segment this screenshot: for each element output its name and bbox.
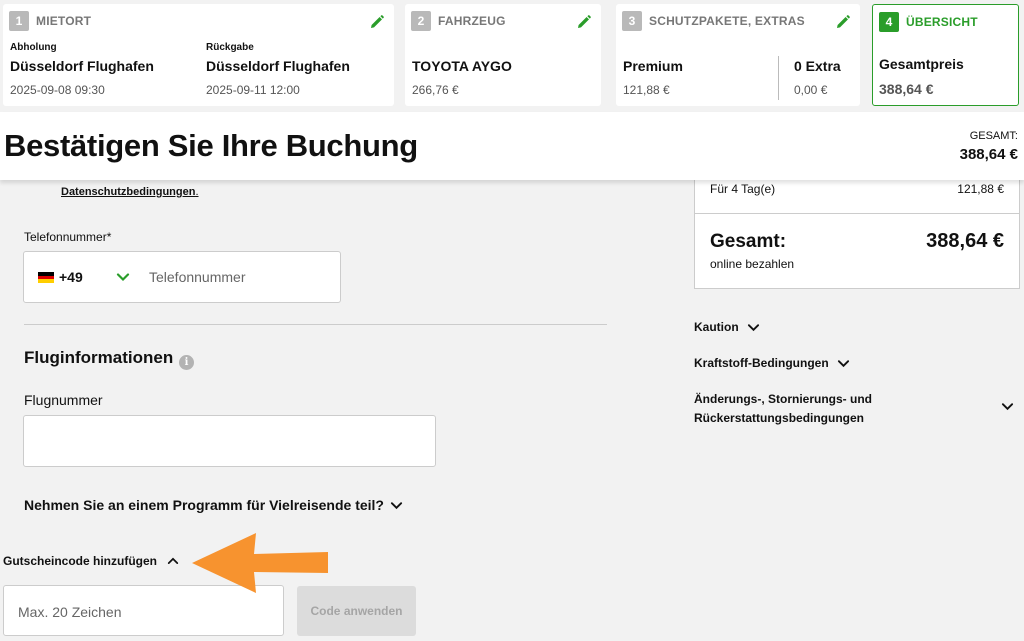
step-title: FAHRZEUG xyxy=(438,14,506,28)
germany-flag-icon xyxy=(38,272,54,283)
booking-steps: 1 MIETORT Abholung Düsseldorf Flughafen … xyxy=(0,0,1024,112)
accordion-deposit[interactable]: Kaution xyxy=(694,320,760,334)
frequent-flyer-toggle[interactable]: Nehmen Sie an einem Programm für Vielrei… xyxy=(24,497,403,513)
chevron-up-icon xyxy=(167,557,179,564)
country-code[interactable]: +49 xyxy=(59,269,83,285)
privacy-link-line: Datenschutzbedingungen. xyxy=(61,186,199,198)
step-number: 3 xyxy=(622,11,642,31)
voucher-label: Gutscheincode hinzufügen xyxy=(3,554,158,568)
arrow-left-icon xyxy=(192,533,328,593)
return-label: Rückgabe xyxy=(206,42,254,53)
overview-price: 388,64 € xyxy=(879,81,934,97)
vehicle-price: 266,76 € xyxy=(412,83,459,97)
chevron-down-icon xyxy=(1001,403,1014,411)
page-header: Bestätigen Sie Ihre Buchung GESAMT: 388,… xyxy=(0,112,1024,180)
step-number: 4 xyxy=(879,12,899,32)
phone-label: Telefonnummer* xyxy=(24,230,112,244)
return-location: Düsseldorf Flughafen xyxy=(206,58,350,74)
step-number: 2 xyxy=(411,11,431,31)
page-title: Bestätigen Sie Ihre Buchung xyxy=(4,128,418,163)
protection-package: Premium xyxy=(623,58,683,74)
pickup-location: Düsseldorf Flughafen xyxy=(10,58,154,74)
pencil-icon[interactable] xyxy=(835,14,851,30)
flight-info-heading: Fluginformationen xyxy=(24,348,174,367)
overview-label: Gesamtpreis xyxy=(879,56,964,72)
accordion-fuel[interactable]: Kraftstoff-Bedingungen xyxy=(694,356,850,370)
step-title: SCHUTZPAKETE, EXTRAS xyxy=(649,14,805,28)
privacy-link[interactable]: Datenschutzbedingungen xyxy=(61,186,195,198)
pickup-label: Abholung xyxy=(10,42,57,53)
flight-number-label: Flugnummer xyxy=(24,392,103,408)
rental-days-price: 121,88 € xyxy=(957,182,1004,196)
extras-count: 0 Extra xyxy=(794,58,841,74)
privacy-link-suffix: . xyxy=(195,186,199,198)
vehicle-name: TOYOTA AYGO xyxy=(412,58,512,74)
rental-days-label: Für 4 Tag(e) xyxy=(710,182,776,196)
chevron-down-icon xyxy=(747,323,759,331)
accordion-fuel-label: Kraftstoff-Bedingungen xyxy=(694,356,829,370)
header-total-label: GESAMT: xyxy=(969,130,1018,142)
total-label: Gesamt: xyxy=(710,231,787,252)
total-value: 388,64 € xyxy=(926,230,1004,252)
step-overview[interactable]: 4 ÜBERSICHT Gesamtpreis 388,64 € xyxy=(872,4,1019,106)
pencil-icon[interactable] xyxy=(369,14,385,30)
flight-number-input[interactable] xyxy=(23,415,436,467)
divider xyxy=(695,213,1019,214)
accordion-deposit-label: Kaution xyxy=(694,320,739,334)
step-title: MIETORT xyxy=(36,14,92,28)
booking-form: Datenschutzbedingungen. Telefonnummer* +… xyxy=(3,180,673,538)
price-summary: Für 4 Tag(e) 121,88 € Gesamt: 388,64 € o… xyxy=(694,175,1020,289)
phone-input[interactable]: Telefonnummer xyxy=(149,269,246,285)
payment-note: online bezahlen xyxy=(710,257,795,271)
accordion-policies-label: Änderungs-, Stornierungs- und Rückerstat… xyxy=(694,392,872,425)
divider xyxy=(24,324,607,325)
step-title: ÜBERSICHT xyxy=(906,15,978,29)
voucher-toggle[interactable]: Gutscheincode hinzufügen xyxy=(3,554,179,568)
step-vehicle[interactable]: 2 FAHRZEUG TOYOTA AYGO 266,76 € xyxy=(405,4,601,106)
protection-price: 121,88 € xyxy=(623,83,670,97)
return-time: 2025-09-11 12:00 xyxy=(206,83,300,97)
divider xyxy=(778,56,779,100)
step-protection-extras[interactable]: 3 SCHUTZPAKETE, EXTRAS Premium 121,88 € … xyxy=(616,4,860,106)
frequent-flyer-label: Nehmen Sie an einem Programm für Vielrei… xyxy=(24,497,384,513)
chevron-down-icon[interactable] xyxy=(116,270,130,284)
header-total-value: 388,64 € xyxy=(959,146,1018,163)
chevron-down-icon xyxy=(390,501,403,509)
pencil-icon[interactable] xyxy=(576,14,592,30)
pickup-time: 2025-09-08 09:30 xyxy=(10,83,105,97)
extras-price: 0,00 € xyxy=(794,83,828,97)
step-rental-location[interactable]: 1 MIETORT Abholung Düsseldorf Flughafen … xyxy=(3,4,394,106)
chevron-down-icon xyxy=(837,359,849,367)
phone-field[interactable]: +49 Telefonnummer xyxy=(23,251,341,303)
info-icon[interactable]: i xyxy=(179,355,194,370)
step-number: 1 xyxy=(9,11,29,31)
accordion-policies[interactable]: Änderungs-, Stornierungs- und Rückerstat… xyxy=(694,390,1020,428)
